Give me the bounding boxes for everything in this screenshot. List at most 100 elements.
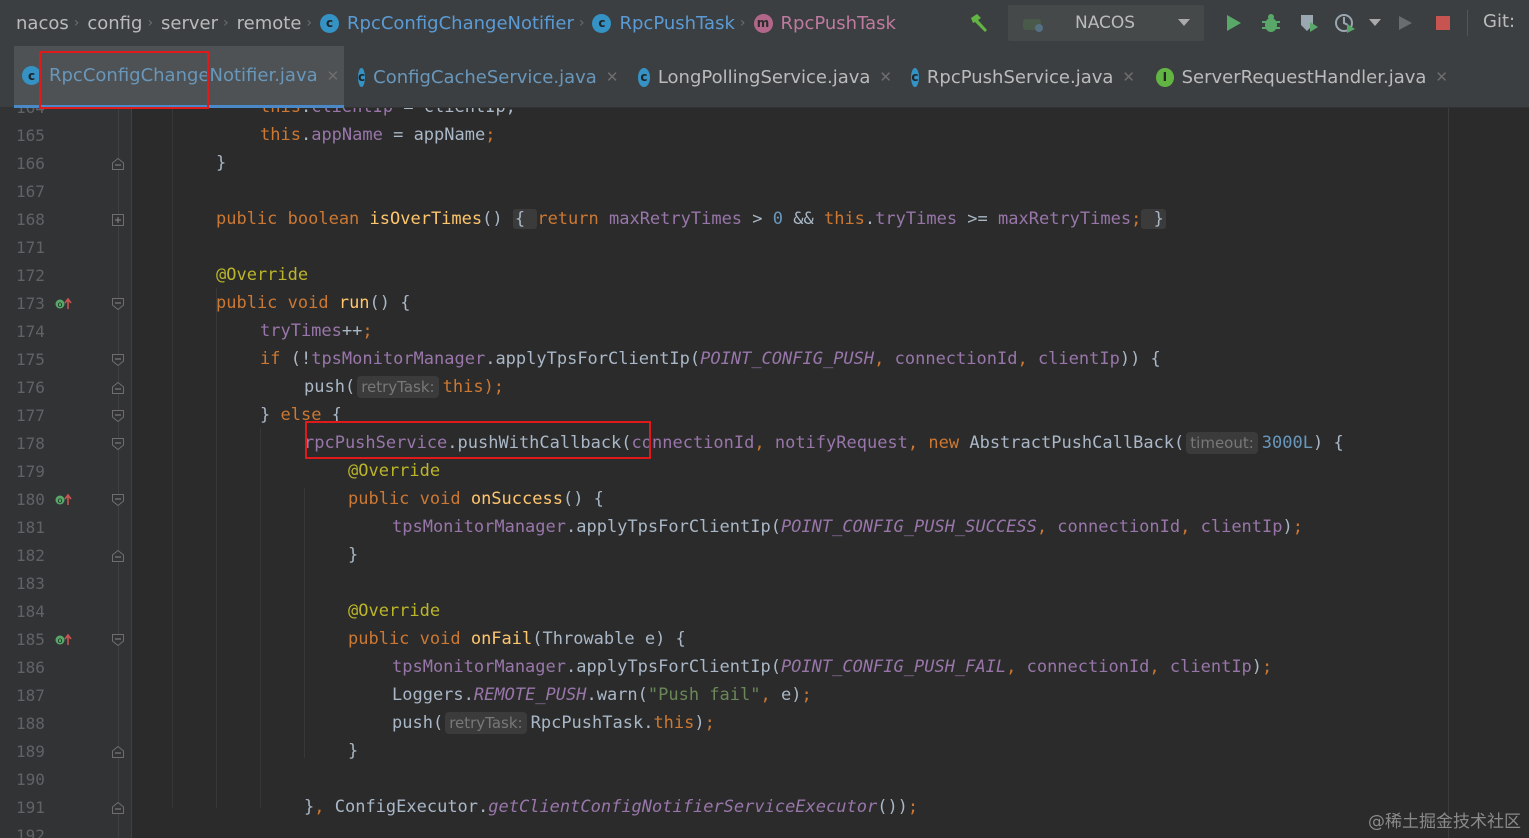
- code-token: = clientIp;: [393, 108, 516, 117]
- code-token: () {: [369, 293, 411, 313]
- code-line-168[interactable]: public boolean isOverTimes() { return ma…: [216, 206, 1166, 232]
- breadcrumb-label: server: [161, 12, 219, 34]
- line-number: 190: [16, 770, 45, 789]
- code-token: appName: [311, 125, 383, 145]
- chevron-down-icon[interactable]: [1360, 8, 1390, 38]
- code-line-173[interactable]: public void run() {: [216, 290, 411, 316]
- override-method-icon[interactable]: o: [55, 633, 73, 647]
- fold-marker-icon[interactable]: [112, 214, 124, 226]
- code-token: POINT_CONFIG_PUSH: [700, 349, 875, 369]
- code-token: .applyTpsForClientIp(: [566, 657, 781, 677]
- breadcrumb-item-rpcconfigchangenotifier[interactable]: c RpcConfigChangeNotifier ›: [320, 0, 592, 46]
- fold-marker-icon[interactable]: [112, 382, 124, 394]
- override-method-icon[interactable]: o: [55, 493, 73, 507]
- code-token: push(: [304, 377, 356, 397]
- svg-text:o: o: [58, 300, 63, 309]
- toolbar-divider: [1467, 10, 1468, 36]
- code-line-187[interactable]: Loggers.REMOTE_PUSH.warn("Push fail", e)…: [392, 682, 812, 708]
- code-token: .applyTpsForClientIp(: [485, 349, 701, 369]
- git-label[interactable]: Git:: [1483, 11, 1515, 32]
- code-token: )) {: [1119, 349, 1161, 369]
- close-icon[interactable]: ✕: [1435, 68, 1448, 86]
- code-line-165[interactable]: this.appName = appName;: [260, 122, 495, 148]
- code-token: 0: [772, 209, 784, 229]
- code-token: ;: [907, 797, 919, 817]
- code-token: }: [260, 405, 281, 425]
- run-icon[interactable]: [1218, 8, 1248, 38]
- fold-marker-icon[interactable]: [112, 354, 124, 366]
- code-token: (): [482, 209, 513, 229]
- code-token: this: [653, 713, 695, 733]
- breadcrumb-item-rpcpushtask[interactable]: c RpcPushTask ›: [592, 0, 753, 46]
- code-line-189[interactable]: }: [348, 738, 358, 764]
- fold-marker-icon[interactable]: [112, 550, 124, 562]
- breadcrumb-item-rpcpushtask[interactable]: m RpcPushTask: [753, 0, 896, 46]
- line-number-gutter: 164 165 166 167 168 171 172 173 o 174 175 176 177 178…: [0, 108, 132, 838]
- code-line-164[interactable]: this.clientIp = clientIp;: [260, 108, 516, 120]
- code-line-182[interactable]: }: [348, 542, 358, 568]
- profile-icon[interactable]: [1330, 8, 1360, 38]
- breadcrumb-item-remote[interactable]: remote ›: [237, 0, 320, 46]
- code-line-175[interactable]: if (!tpsMonitorManager.applyTpsForClient…: [260, 346, 1161, 372]
- stop-icon[interactable]: [1428, 8, 1458, 38]
- breadcrumb-label: remote: [236, 12, 302, 34]
- code-line-186[interactable]: tpsMonitorManager.applyTpsForClientIp(PO…: [392, 654, 1272, 680]
- code-line-184[interactable]: @Override: [348, 598, 440, 624]
- fold-marker-icon[interactable]: [112, 494, 124, 506]
- tab-label: ServerRequestHandler.java: [1181, 66, 1427, 88]
- fold-marker-icon[interactable]: [112, 298, 124, 310]
- code-token: ;: [485, 125, 496, 145]
- code-token: ()): [877, 797, 908, 817]
- resume-icon[interactable]: [1390, 8, 1420, 38]
- override-method-icon[interactable]: o: [55, 297, 73, 311]
- code-editor[interactable]: 164 165 166 167 168 171 172 173 o 174 175 176 177 178…: [0, 108, 1529, 838]
- close-icon[interactable]: ✕: [606, 68, 619, 86]
- code-line-180[interactable]: public void onSuccess() {: [348, 486, 604, 512]
- code-line-191[interactable]: }, ConfigExecutor.getClientConfigNotifie…: [304, 794, 918, 820]
- code-line-179[interactable]: @Override: [348, 458, 440, 484]
- close-icon[interactable]: ✕: [1122, 68, 1135, 86]
- breadcrumb: nacos › config › server › remote › c RpcConfigCha…: [16, 0, 896, 46]
- breadcrumb-item-server[interactable]: server ›: [161, 0, 237, 46]
- code-token: .warn(: [586, 685, 648, 705]
- code-line-176[interactable]: push(retryTask: this);: [304, 374, 504, 400]
- breadcrumb-item-nacos[interactable]: nacos ›: [16, 0, 87, 46]
- code-line-172[interactable]: @Override: [216, 262, 308, 288]
- coverage-icon[interactable]: [1294, 8, 1324, 38]
- line-number: 185: [16, 630, 45, 649]
- code-token: tryTimes: [260, 321, 342, 341]
- code-token: if: [260, 349, 291, 369]
- tab-rpcpushservice[interactable]: c RpcPushService.java ✕: [903, 46, 1135, 108]
- code-line-185[interactable]: public void onFail(Throwable e) {: [348, 626, 686, 652]
- code-line-166[interactable]: }: [216, 150, 226, 176]
- fold-marker-icon[interactable]: [112, 158, 124, 170]
- code-line-188[interactable]: push(retryTask: RpcPushTask.this);: [392, 710, 715, 736]
- code-token: "Push fail": [647, 685, 761, 705]
- tab-longpollingservice[interactable]: c LongPollingService.java ✕: [630, 46, 892, 108]
- indent-guide: [304, 488, 305, 758]
- fold-marker-icon[interactable]: [112, 438, 124, 450]
- tab-configcacheservice[interactable]: c ConfigCacheService.java ✕: [350, 46, 618, 108]
- chevron-right-icon: ›: [578, 15, 585, 31]
- close-icon[interactable]: ✕: [879, 68, 892, 86]
- fold-marker-icon[interactable]: [112, 746, 124, 758]
- debug-icon[interactable]: [1256, 8, 1286, 38]
- fold-marker-icon[interactable]: [112, 634, 124, 646]
- run-configuration-selector[interactable]: NACOS: [1008, 5, 1204, 41]
- fold-marker-icon[interactable]: [112, 802, 124, 814]
- code-token: connectionId: [1026, 657, 1150, 677]
- code-token: ,: [1149, 657, 1170, 677]
- close-icon[interactable]: ✕: [327, 67, 340, 85]
- code-line-174[interactable]: tryTimes++;: [260, 318, 373, 344]
- code-token: new: [928, 433, 970, 453]
- line-number: 174: [16, 322, 45, 341]
- indent-guide: [260, 428, 261, 808]
- breadcrumb-label: RpcPushTask: [780, 12, 896, 34]
- code-token: maxRetryTimes: [608, 209, 743, 229]
- hammer-icon[interactable]: [964, 8, 994, 38]
- breadcrumb-item-config[interactable]: config ›: [87, 0, 161, 46]
- tab-serverrequesthandler[interactable]: I ServerRequestHandler.java ✕: [1148, 46, 1448, 108]
- line-number: 168: [16, 210, 45, 229]
- code-line-181[interactable]: tpsMonitorManager.applyTpsForClientIp(PO…: [392, 514, 1303, 540]
- fold-marker-icon[interactable]: [112, 410, 124, 422]
